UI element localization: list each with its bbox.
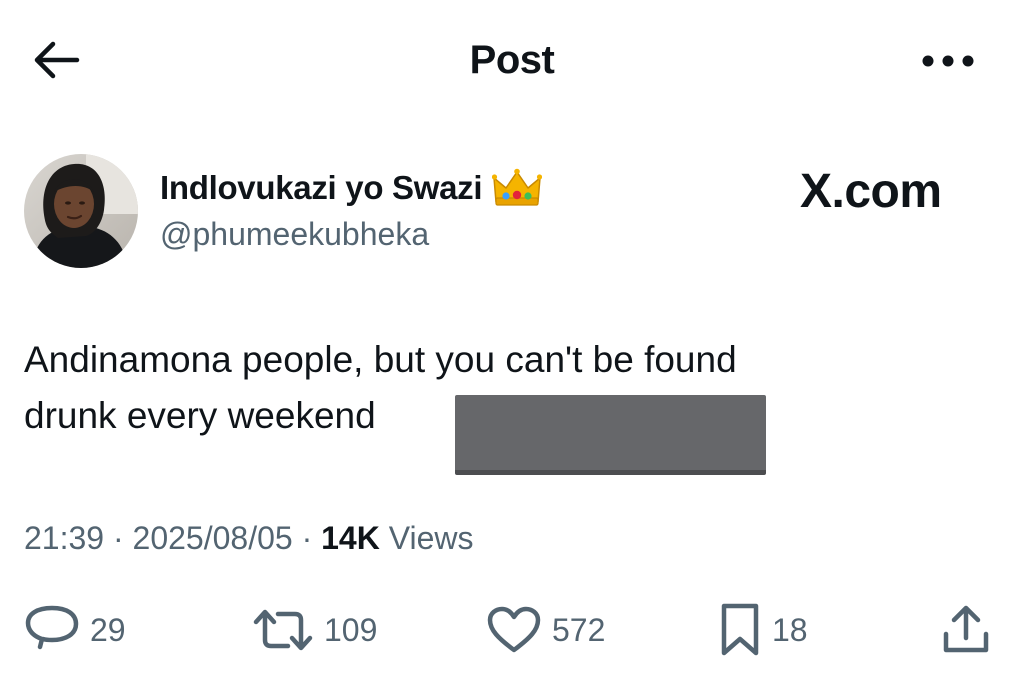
repost-icon [252,606,314,654]
avatar[interactable] [24,154,138,268]
meta-separator: · [112,520,133,556]
views-count: 14K [321,520,380,556]
reply-button[interactable]: 29 [24,600,126,660]
top-bar: Post [0,0,1024,120]
share-button[interactable] [940,600,992,660]
repost-count: 109 [324,611,378,648]
bookmark-icon [718,603,762,657]
share-icon [940,604,992,656]
author-handle[interactable]: @phumeekubheka [160,216,429,253]
tweet-meta: 21:39 · 2025/08/05 · 14K Views [24,520,473,557]
reply-icon [24,605,80,655]
bookmark-button[interactable]: 18 [718,600,808,660]
tweet-date[interactable]: 2025/08/05 [133,520,293,556]
redaction-block [455,395,766,475]
tweet-text-line-1: Andinamona people, but you can't be foun… [24,339,737,380]
bookmark-count: 18 [772,611,808,648]
display-name[interactable]: Indlovukazi yo Swazi [160,169,483,207]
site-watermark: X.com [800,165,942,218]
heart-icon [486,606,542,654]
more-options-button[interactable] [918,46,978,80]
more-horizontal-icon [921,54,975,73]
meta-separator: · [301,520,322,556]
crown-emoji-icon [492,168,543,208]
page-title: Post [469,38,555,82]
views-label: Views [388,520,474,556]
repost-button[interactable]: 109 [252,600,377,660]
like-button[interactable]: 572 [486,600,605,660]
reply-count: 29 [90,611,126,648]
like-count: 572 [552,611,606,648]
tweet-time[interactable]: 21:39 [24,520,104,556]
author-name-row[interactable]: Indlovukazi yo Swazi [160,168,543,208]
